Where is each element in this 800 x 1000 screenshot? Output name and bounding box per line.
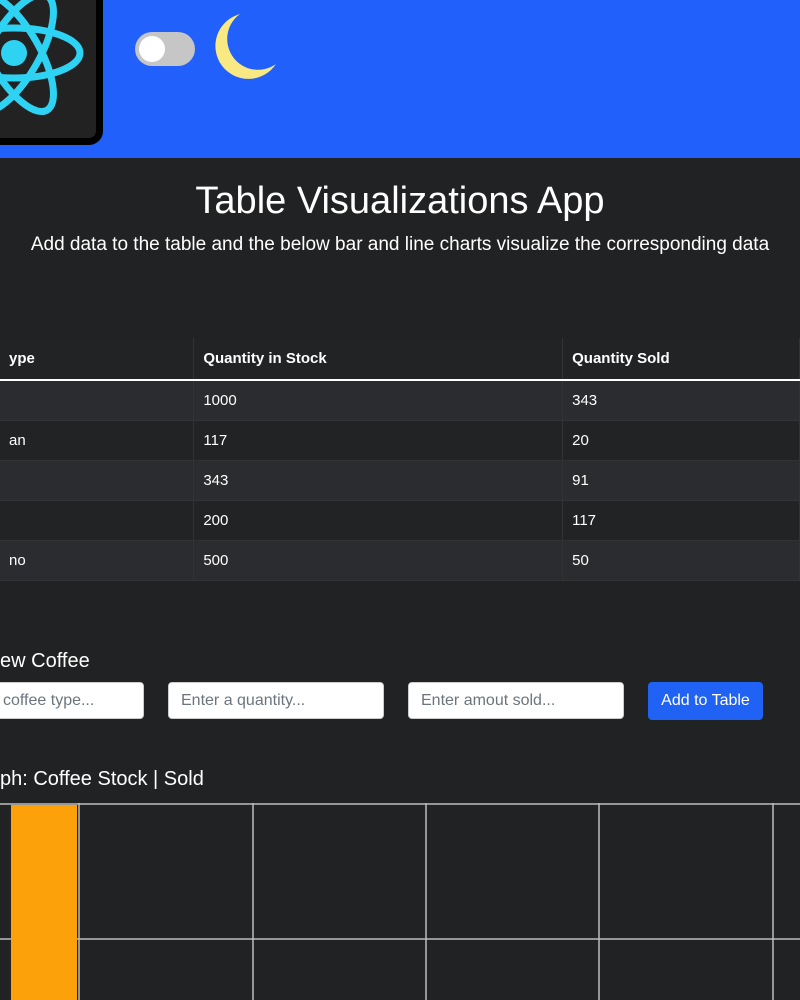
bar-chart xyxy=(0,803,800,1000)
app-header xyxy=(0,0,800,158)
table-row: 1000 343 xyxy=(0,380,800,421)
react-atom-logo-icon xyxy=(0,0,84,116)
cell-stock: 200 xyxy=(193,500,564,541)
cell-stock: 117 xyxy=(193,420,564,461)
cell-sold: 20 xyxy=(562,420,800,461)
cell-coffee-type: an xyxy=(0,420,195,461)
cell-coffee-type xyxy=(0,460,195,501)
theme-toggle[interactable] xyxy=(135,32,195,66)
moon-icon xyxy=(215,14,276,79)
header-quantity-sold: Quantity Sold xyxy=(562,338,800,381)
header-quantity-in-stock: Quantity in Stock xyxy=(193,338,564,381)
table-row: no 500 50 xyxy=(0,540,800,581)
table-header-row: ype Quantity in Stock Quantity Sold xyxy=(0,338,800,381)
graph-title: ph: Coffee Stock | Sold xyxy=(0,768,204,790)
cell-stock: 343 xyxy=(193,460,564,501)
table-row: 343 91 xyxy=(0,460,800,501)
toggle-knob xyxy=(139,36,165,62)
add-coffee-heading: ew Coffee xyxy=(0,650,90,672)
react-logo xyxy=(0,0,103,145)
header-coffee-type: ype xyxy=(0,338,195,381)
bar xyxy=(11,805,77,1000)
quantity-input[interactable]: Enter a quantity... xyxy=(168,682,384,719)
table-row: an 117 20 xyxy=(0,420,800,461)
coffee-type-input[interactable]: coffee type... xyxy=(0,682,144,719)
table-row: 200 117 xyxy=(0,500,800,541)
cell-stock: 1000 xyxy=(193,380,564,421)
cell-sold: 50 xyxy=(562,540,800,581)
add-to-table-button[interactable]: Add to Table xyxy=(648,682,763,720)
sold-input[interactable]: Enter amout sold... xyxy=(408,682,624,719)
coffee-table: ype Quantity in Stock Quantity Sold 1000… xyxy=(0,338,800,581)
cell-sold: 117 xyxy=(562,500,800,541)
page-title: Table Visualizations App xyxy=(195,180,605,222)
cell-stock: 500 xyxy=(193,540,564,581)
cell-sold: 343 xyxy=(562,380,800,421)
cell-coffee-type xyxy=(0,380,195,421)
page-subtitle: Add data to the table and the below bar … xyxy=(30,234,770,255)
cell-coffee-type xyxy=(0,500,195,541)
cell-sold: 91 xyxy=(562,460,800,501)
cell-coffee-type: no xyxy=(0,540,195,581)
